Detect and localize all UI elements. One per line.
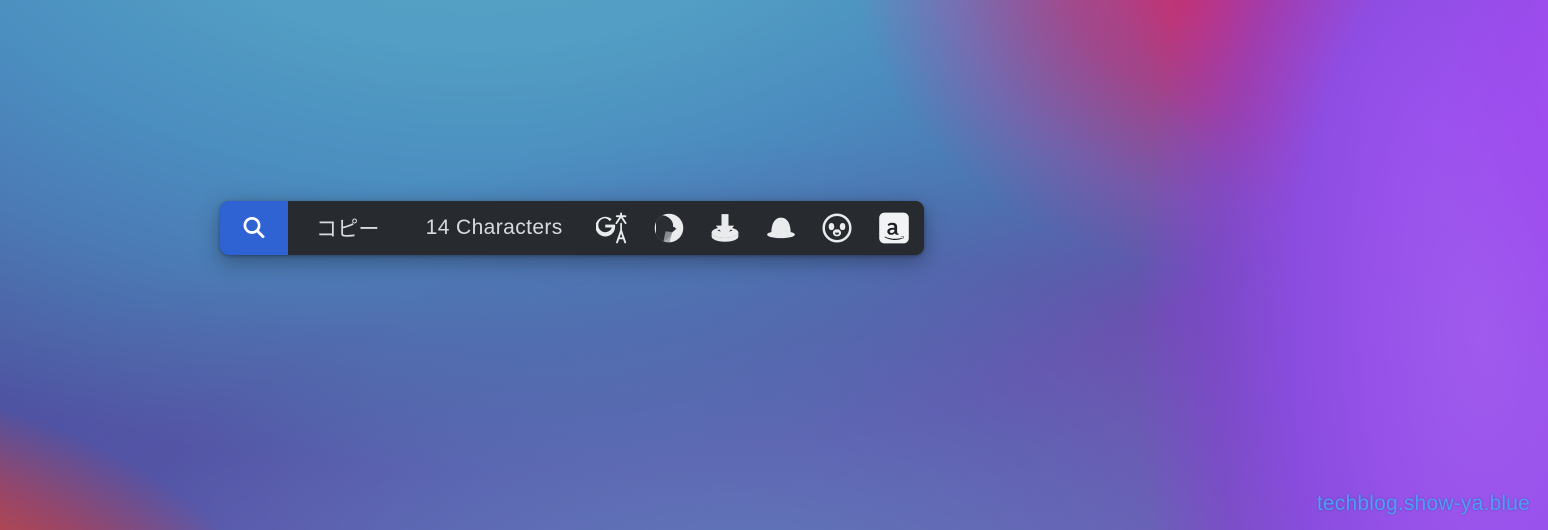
popclip-toolbar: コピー 14 Characters (220, 201, 924, 255)
desktop-wallpaper (0, 0, 1548, 530)
animal-face-circle-icon (820, 211, 854, 245)
action-copy[interactable]: コピー (288, 201, 404, 255)
action-amazon[interactable] (865, 201, 924, 255)
amazon-icon (876, 210, 912, 246)
google-translate-icon (595, 211, 630, 245)
dog-head-circle-icon (652, 211, 686, 245)
search-icon (239, 213, 269, 243)
action-devonthink[interactable] (641, 201, 697, 255)
action-character-count[interactable]: 14 Characters (404, 201, 585, 255)
bowler-hat-icon (764, 211, 798, 245)
wallpaper-vignette (0, 0, 1548, 530)
site-watermark: techblog.show-ya.blue (1316, 492, 1530, 515)
action-copy-label: コピー (316, 218, 380, 241)
action-mask[interactable] (809, 201, 865, 255)
action-google-translate[interactable] (585, 201, 641, 255)
action-bartender[interactable] (753, 201, 809, 255)
character-count-label: 14 Characters (425, 216, 563, 239)
action-download[interactable] (697, 201, 753, 255)
search-button[interactable] (220, 201, 288, 255)
download-tray-icon (708, 211, 742, 245)
toolbar-actions: コピー 14 Characters (288, 201, 924, 255)
